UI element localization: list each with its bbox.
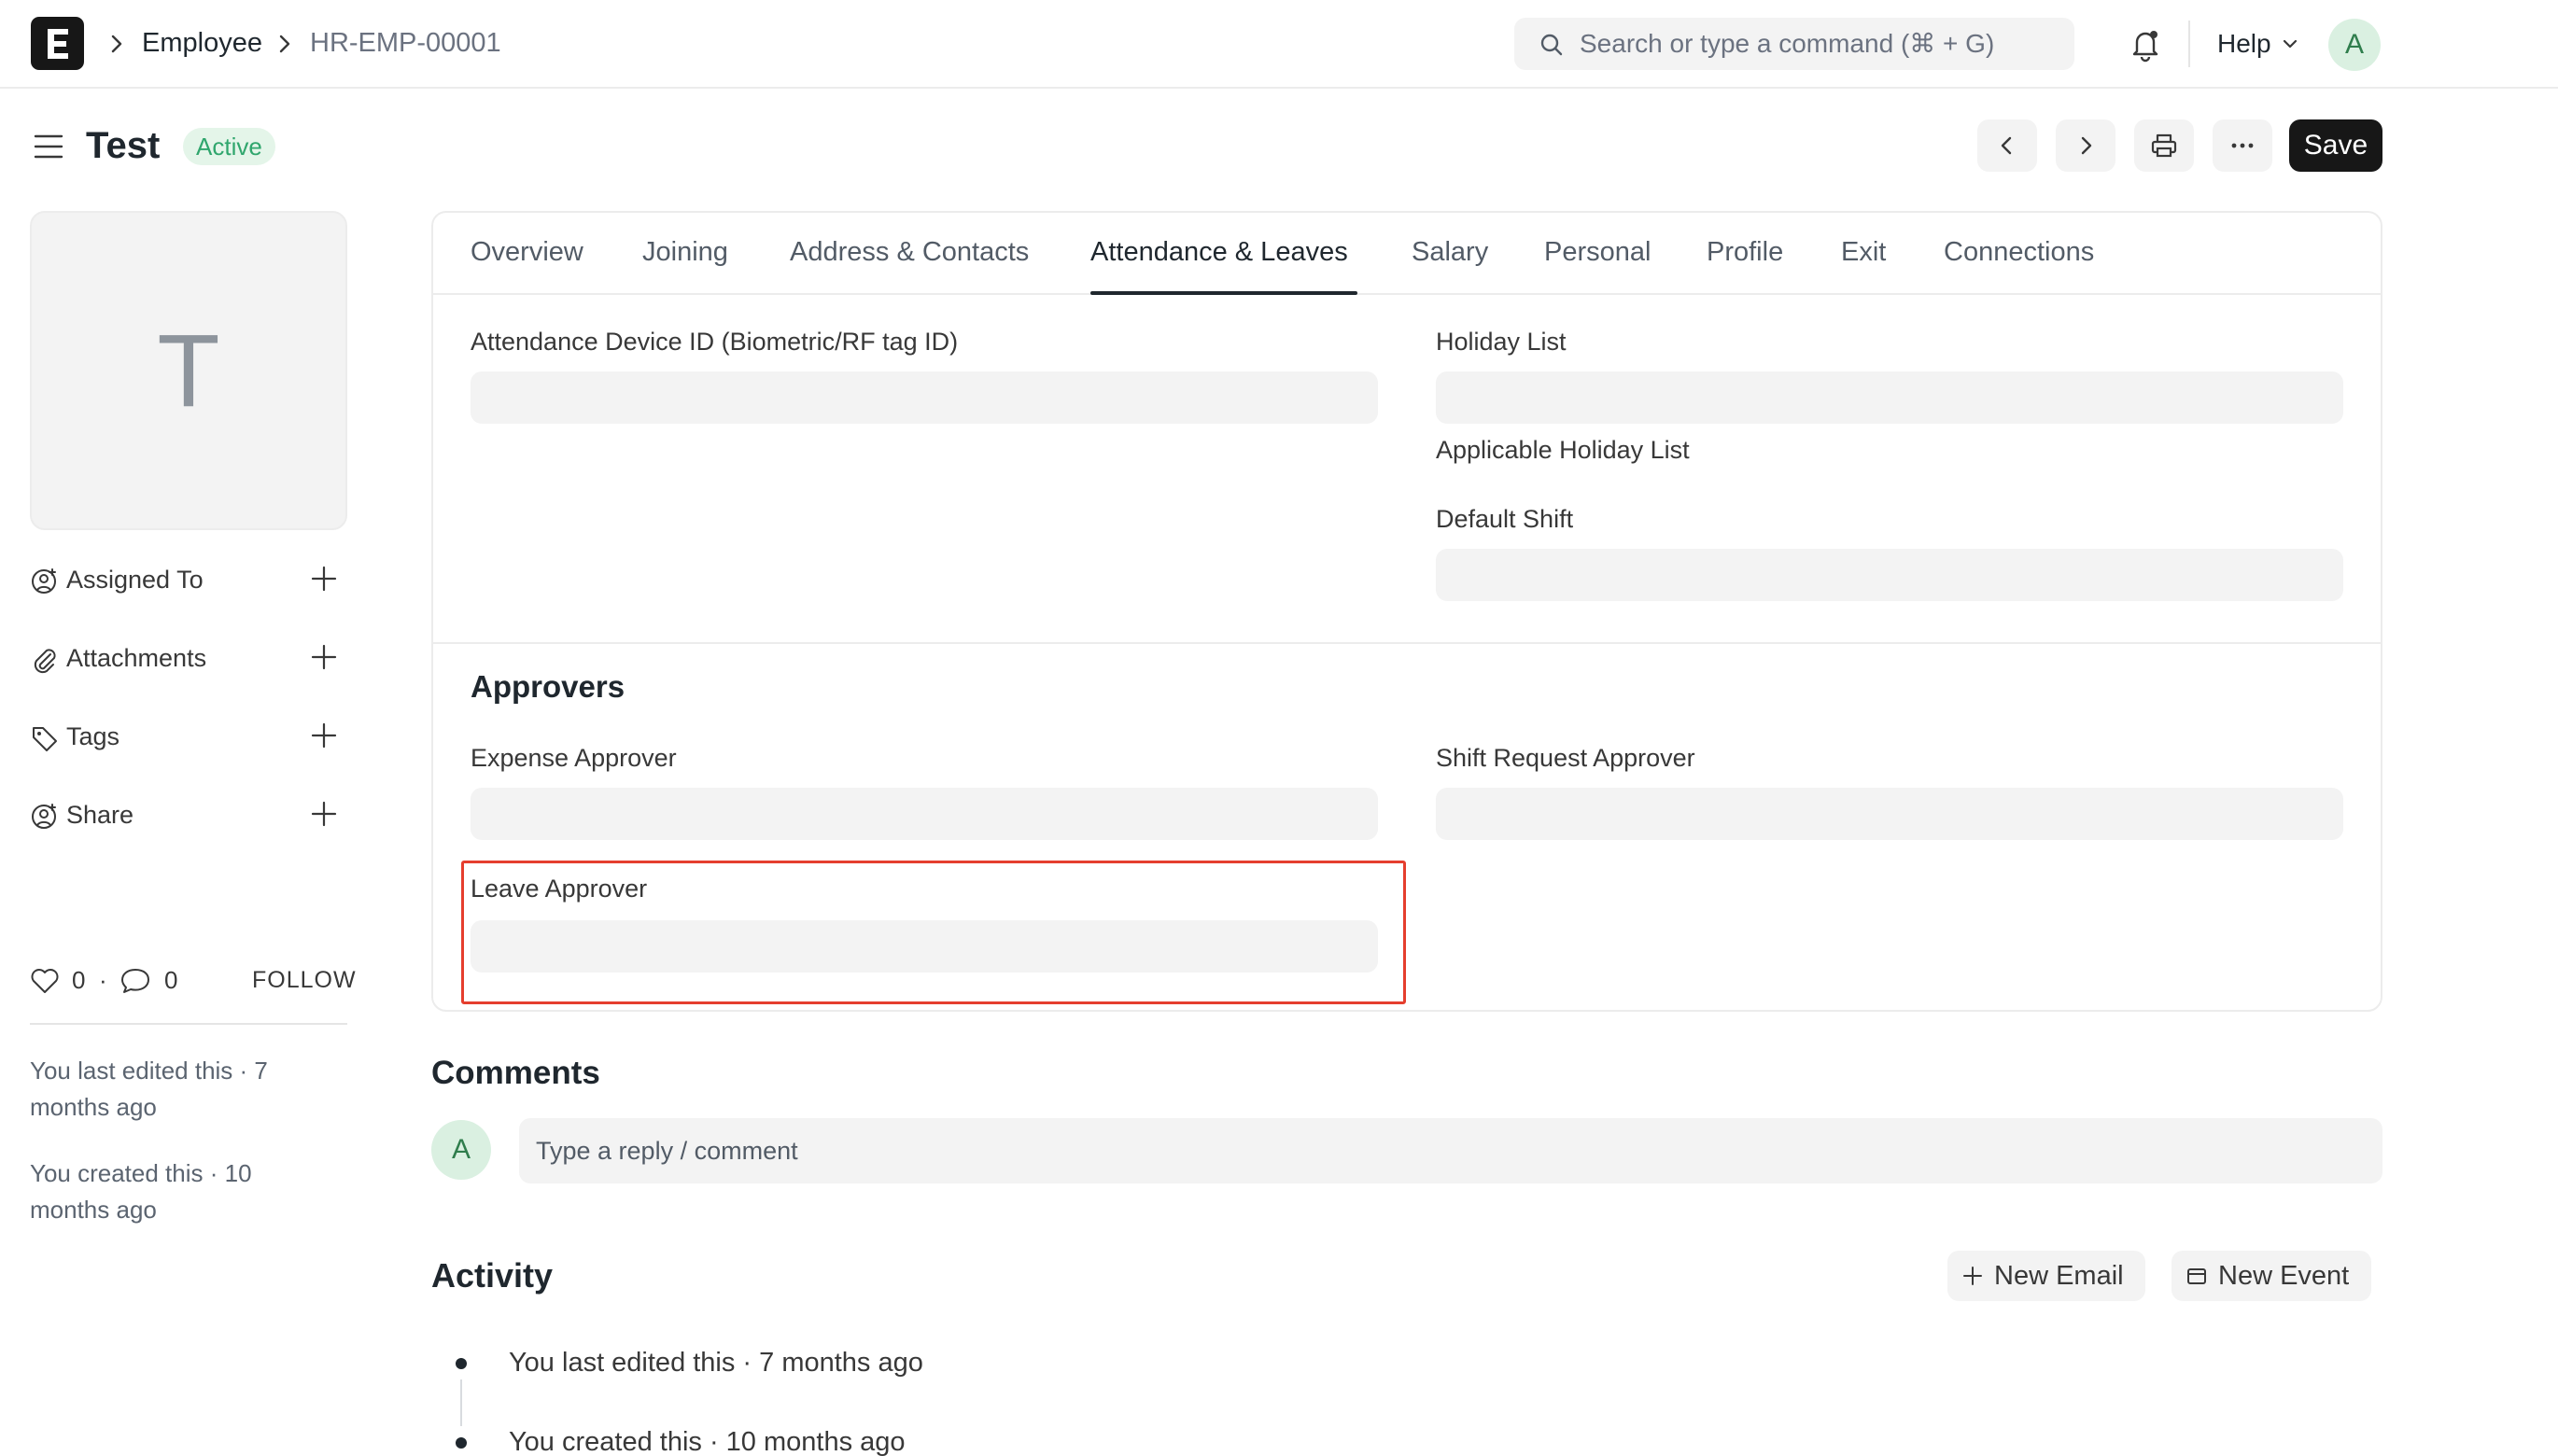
timeline-dot: [456, 1437, 467, 1449]
print-button[interactable]: [2134, 119, 2194, 172]
tab-connections[interactable]: Connections: [1944, 233, 2094, 271]
created-note: You created this · 10 months ago: [30, 1159, 252, 1224]
timeline-item: You last edited this · 7 months ago: [509, 1348, 923, 1378]
counter-separator: ·: [99, 966, 107, 994]
tab-joining[interactable]: Joining: [642, 233, 728, 271]
sidebar-item-label: Tags: [66, 722, 120, 750]
help-dropdown[interactable]: Help: [2217, 27, 2299, 61]
comment-bubble-icon[interactable]: [119, 967, 151, 995]
sidebar-item-share[interactable]: Share: [30, 794, 347, 835]
search-bar[interactable]: [1514, 18, 2074, 70]
leave-approver-label: Leave Approver: [471, 875, 648, 903]
erpnext-logo-icon: [47, 28, 68, 59]
help-label: Help: [2217, 29, 2271, 58]
timeline-connector: [460, 1379, 462, 1426]
leave-approver-input[interactable]: [471, 920, 1378, 973]
shift-request-approver-label: Shift Request Approver: [1436, 744, 1695, 772]
activity-title: Activity: [431, 1256, 554, 1295]
search-icon: [1540, 34, 1563, 56]
chevron-right-icon: [2081, 136, 2092, 155]
applicable-holiday-list-label: Applicable Holiday List: [1436, 436, 1690, 464]
employee-image-placeholder[interactable]: T: [30, 211, 347, 530]
app-logo[interactable]: [31, 17, 84, 70]
tab-personal[interactable]: Personal: [1544, 233, 1651, 271]
share-user-icon: [32, 804, 56, 829]
previous-record-button[interactable]: [1977, 119, 2037, 172]
likes-count: 0: [72, 966, 86, 994]
holiday-list-label: Holiday List: [1436, 328, 1567, 356]
top-navbar: Employee HR-EMP-00001 Help A: [0, 0, 2558, 89]
last-edited-note: You last edited this · 7 months ago: [30, 1057, 268, 1121]
next-record-button[interactable]: [2056, 119, 2115, 172]
section-divider: [433, 642, 2381, 644]
heart-icon[interactable]: [30, 967, 60, 995]
tab-address-contacts[interactable]: Address & Contacts: [790, 233, 1029, 271]
tag-icon: [33, 727, 57, 751]
more-horizontal-icon: [2231, 143, 2254, 148]
follow-button[interactable]: FOLLOW: [252, 961, 357, 999]
more-actions-button[interactable]: [2213, 119, 2272, 172]
breadcrumb-employee[interactable]: Employee: [142, 26, 262, 60]
assign-user-icon: [32, 568, 56, 594]
new-event-label: New Event: [2218, 1260, 2350, 1291]
tab-exit[interactable]: Exit: [1841, 233, 1886, 271]
sidebar-item-label: Attachments: [66, 644, 207, 672]
comments-title: Comments: [431, 1055, 600, 1091]
plus-icon: [1963, 1267, 1982, 1285]
chevron-right-icon: [111, 35, 122, 53]
paperclip-icon: [34, 649, 56, 674]
sidebar-item-attachments[interactable]: Attachments: [30, 637, 347, 679]
save-button[interactable]: Save: [2289, 119, 2382, 172]
add-assignment-plus-icon[interactable]: [310, 565, 338, 593]
comments-count: 0: [164, 966, 178, 994]
tab-profile[interactable]: Profile: [1707, 233, 1783, 271]
employee-form-card: Overview Joining Address & Contacts Atte…: [431, 211, 2382, 1012]
expense-approver-input[interactable]: [471, 788, 1378, 840]
timeline-dot: [456, 1358, 467, 1369]
comment-user-avatar: A: [431, 1120, 491, 1180]
chevron-right-icon: [279, 35, 290, 53]
tab-attendance-leaves[interactable]: Attendance & Leaves: [1090, 233, 1348, 271]
comment-input[interactable]: [519, 1118, 2382, 1183]
sidebar-divider: [30, 1023, 347, 1025]
form-tabs: Overview Joining Address & Contacts Atte…: [433, 213, 2381, 295]
navbar-divider: [2188, 21, 2190, 67]
chevron-down-icon: [2283, 39, 2297, 49]
status-badge: Active: [183, 128, 275, 165]
sidebar-item-assigned-to[interactable]: Assigned To: [30, 559, 347, 600]
tab-salary[interactable]: Salary: [1412, 233, 1488, 271]
breadcrumb-record-id[interactable]: HR-EMP-00001: [310, 26, 501, 60]
attendance-device-id-label: Attendance Device ID (Biometric/RF tag I…: [471, 328, 959, 356]
page-title: Test: [86, 125, 161, 166]
default-shift-input[interactable]: [1436, 549, 2343, 601]
new-email-label: New Email: [1994, 1260, 2124, 1291]
printer-icon: [2151, 133, 2177, 158]
expense-approver-label: Expense Approver: [471, 744, 677, 772]
timeline-item: You created this · 10 months ago: [509, 1427, 906, 1456]
shift-request-approver-input[interactable]: [1436, 788, 2343, 840]
tab-overview[interactable]: Overview: [471, 233, 583, 271]
add-share-plus-icon[interactable]: [310, 800, 338, 828]
sidebar-item-tags[interactable]: Tags: [30, 716, 347, 757]
user-avatar[interactable]: A: [2328, 19, 2381, 71]
new-event-button[interactable]: New Event: [2171, 1251, 2371, 1301]
sidebar-item-label: Assigned To: [66, 566, 204, 594]
attendance-device-id-input[interactable]: [471, 371, 1378, 424]
add-attachment-plus-icon[interactable]: [310, 643, 338, 671]
chevron-left-icon: [2001, 136, 2012, 155]
add-tag-plus-icon[interactable]: [310, 721, 338, 749]
active-tab-indicator: [1090, 291, 1357, 295]
sidebar-item-label: Share: [66, 801, 134, 829]
new-email-button[interactable]: New Email: [1947, 1251, 2145, 1301]
approvers-section-title: Approvers: [471, 669, 625, 704]
holiday-list-input[interactable]: [1436, 371, 2343, 424]
default-shift-label: Default Shift: [1436, 505, 1574, 533]
notification-bell-icon[interactable]: [2129, 27, 2162, 63]
calendar-icon: [2187, 1268, 2206, 1284]
sidebar-toggle-icon[interactable]: [34, 133, 63, 161]
search-input[interactable]: [1580, 18, 2056, 70]
